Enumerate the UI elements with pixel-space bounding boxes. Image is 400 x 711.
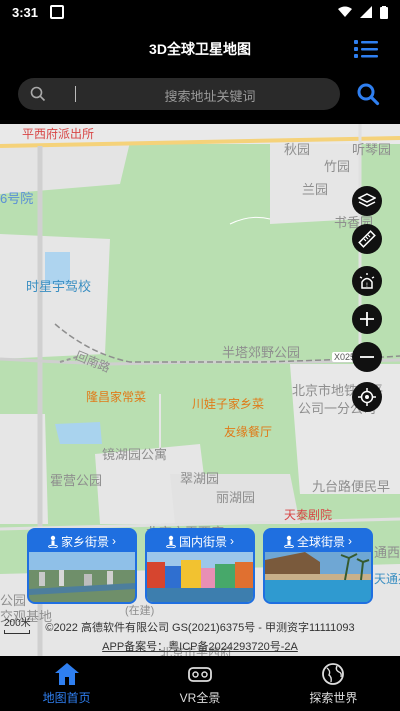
map-label: 听琴园 <box>352 142 392 157</box>
map-label: 隆昌家常菜 <box>86 390 147 404</box>
map-label: 翠湖园 <box>180 471 220 486</box>
card-label: 国内街景 <box>178 534 227 549</box>
map-label: 天通苑 <box>374 572 400 586</box>
wifi-icon <box>338 6 352 17</box>
icp-link[interactable]: APP备案号：粤ICP备2024293720号-2A <box>0 638 400 654</box>
chevron-right-icon: › <box>112 534 116 548</box>
card-thumbnail <box>29 552 135 602</box>
zoom-out-button[interactable] <box>352 342 382 372</box>
card-label: 家乡街景 <box>60 534 109 549</box>
map-label: 天泰剧院 <box>284 508 333 522</box>
map-label: 竹园 <box>324 159 351 174</box>
pin-person-icon <box>284 535 294 548</box>
home-icon <box>54 663 79 685</box>
street-view-card-global[interactable]: 全球街景 › <box>263 528 373 604</box>
search-placeholder: 搜索地址关键词 <box>164 89 256 104</box>
svg-text:!: ! <box>366 282 368 289</box>
chevron-right-icon: › <box>348 534 352 548</box>
search-icon <box>30 86 46 102</box>
tab-label: 地图首页 <box>42 691 91 705</box>
minus-icon <box>360 356 374 358</box>
map-label: 时星宇驾校 <box>26 279 92 294</box>
map-label: 丽湖园 <box>216 490 256 505</box>
pin-person-icon <box>48 535 58 548</box>
notification-icon <box>50 5 65 19</box>
ruler-button[interactable] <box>352 224 382 254</box>
card-thumbnail <box>265 552 371 602</box>
plus-icon <box>360 312 374 326</box>
map-label: 秋园 <box>284 142 311 157</box>
crosshair-icon <box>358 388 376 406</box>
vr-headset-icon <box>188 667 212 682</box>
zoom-in-button[interactable] <box>352 304 382 334</box>
map-label: 平西府派出所 <box>22 127 95 141</box>
map-label: 6号院 <box>0 191 34 206</box>
alarm-light-icon: ! <box>359 273 375 289</box>
map-label: 镜湖园公寓 <box>102 447 168 462</box>
map-label: 川娃子家乡菜 <box>192 397 265 411</box>
bottom-nav: 地图首页 VR全景 探索世界 <box>0 656 400 711</box>
ruler-icon <box>358 230 376 248</box>
status-bar: 3:31 <box>0 0 400 24</box>
status-time: 3:31 <box>12 4 39 20</box>
list-menu-icon[interactable] <box>354 38 378 60</box>
text-cursor <box>75 86 76 102</box>
layers-icon <box>358 193 376 207</box>
map-label: 霍营公园 <box>50 473 103 488</box>
map-label: 友缘餐厅 <box>224 425 273 439</box>
search-button[interactable] <box>356 82 380 106</box>
street-view-card-hometown[interactable]: 家乡街景 › <box>27 528 137 604</box>
map-label: 半塔郊野公园 <box>222 345 301 360</box>
chevron-right-icon: › <box>230 534 234 548</box>
map-label: 兰园 <box>302 182 329 197</box>
map-label: 九台路便民早 <box>312 479 391 494</box>
map-label: 通西 <box>374 545 400 560</box>
street-view-card-domestic[interactable]: 国内街景 › <box>145 528 255 604</box>
tab-explore-world[interactable]: 探索世界 <box>267 656 400 711</box>
battery-icon <box>380 5 388 19</box>
pin-person-icon <box>166 535 176 548</box>
map-label: (在建) <box>125 605 155 617</box>
card-thumbnail <box>147 552 253 602</box>
tab-map-home[interactable]: 地图首页 <box>0 656 133 711</box>
card-label: 全球街景 <box>296 534 345 549</box>
alarm-button[interactable]: ! <box>352 266 382 296</box>
tab-label: VR全景 <box>179 691 221 705</box>
app-header: 3D全球卫星地图 <box>0 24 400 72</box>
layers-button[interactable] <box>352 186 382 216</box>
page-title: 3D全球卫星地图 <box>149 41 251 57</box>
map-copyright: ©2022 高德软件有限公司 GS(2021)6375号 - 甲测资字11111… <box>45 622 355 634</box>
locate-button[interactable] <box>352 382 382 412</box>
search-input[interactable]: 搜索地址关键词 <box>18 78 340 110</box>
signal-icon <box>360 6 372 18</box>
globe-icon <box>322 663 345 685</box>
tab-label: 探索世界 <box>309 691 358 705</box>
tab-vr-panorama[interactable]: VR全景 <box>133 656 266 711</box>
